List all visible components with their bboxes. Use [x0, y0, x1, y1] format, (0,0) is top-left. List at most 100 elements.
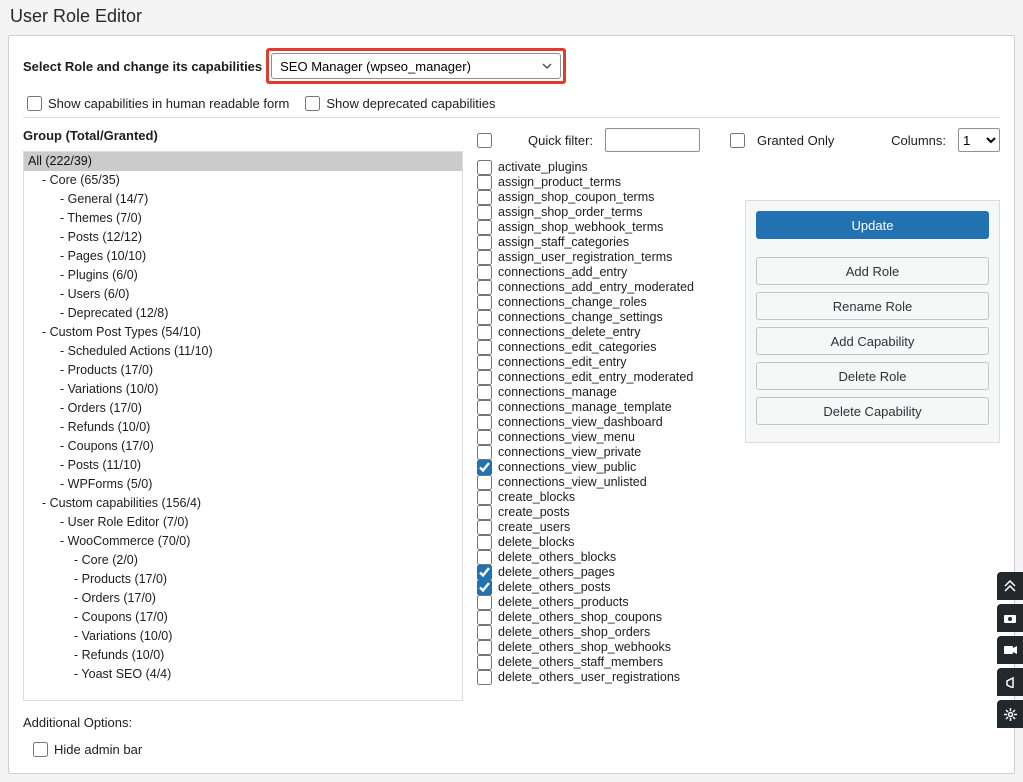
capability-label[interactable]: connections_edit_categories	[498, 340, 656, 355]
quick-filter-input[interactable]	[605, 128, 700, 152]
group-item[interactable]: Variations (10/0)	[24, 380, 462, 399]
capability-label[interactable]: connections_edit_entry	[498, 355, 627, 370]
capability-label[interactable]: connections_manage	[498, 385, 617, 400]
capability-checkbox[interactable]	[477, 415, 492, 430]
capability-label[interactable]: delete_others_staff_members	[498, 655, 663, 670]
capability-label[interactable]: connections_view_menu	[498, 430, 635, 445]
capability-label[interactable]: delete_others_blocks	[498, 550, 616, 565]
group-item[interactable]: Themes (7/0)	[24, 209, 462, 228]
capability-label[interactable]: delete_others_shop_coupons	[498, 610, 662, 625]
expand-tool-icon[interactable]	[997, 572, 1023, 600]
capability-label[interactable]: assign_shop_order_terms	[498, 205, 643, 220]
capability-checkbox[interactable]	[477, 325, 492, 340]
capability-checkbox[interactable]	[477, 535, 492, 550]
group-item[interactable]: Custom Post Types (54/10)	[24, 323, 462, 342]
columns-select[interactable]: 1	[958, 128, 1000, 152]
capabilities-list[interactable]: activate_pluginsassign_product_termsassi…	[477, 160, 735, 685]
group-item[interactable]: Coupons (17/0)	[24, 437, 462, 456]
show-human-readable-checkbox[interactable]	[27, 96, 42, 111]
capability-label[interactable]: create_users	[498, 520, 570, 535]
group-item[interactable]: WPForms (5/0)	[24, 475, 462, 494]
capability-label[interactable]: connections_view_dashboard	[498, 415, 663, 430]
granted-only-checkbox[interactable]	[730, 133, 745, 148]
capability-label[interactable]: delete_others_shop_webhooks	[498, 640, 671, 655]
capability-label[interactable]: connections_delete_entry	[498, 325, 640, 340]
group-item[interactable]: Yoast SEO (4/4)	[24, 665, 462, 684]
capability-label[interactable]: create_blocks	[498, 490, 575, 505]
role-select[interactable]: SEO Manager (wpseo_manager)	[271, 53, 561, 79]
show-deprecated-label[interactable]: Show deprecated capabilities	[326, 96, 495, 111]
group-item[interactable]: Products (17/0)	[24, 570, 462, 589]
capability-label[interactable]: connections_add_entry_moderated	[498, 280, 694, 295]
settings-tool-icon[interactable]	[997, 700, 1023, 728]
capability-checkbox[interactable]	[477, 190, 492, 205]
capability-checkbox[interactable]	[477, 580, 492, 595]
group-item[interactable]: User Role Editor (7/0)	[24, 513, 462, 532]
capability-checkbox[interactable]	[477, 610, 492, 625]
capability-checkbox[interactable]	[477, 340, 492, 355]
group-item[interactable]: Orders (17/0)	[24, 589, 462, 608]
group-item[interactable]: Variations (10/0)	[24, 627, 462, 646]
delete-capability-button[interactable]: Delete Capability	[756, 397, 989, 425]
capability-label[interactable]: connections_view_unlisted	[498, 475, 647, 490]
capability-checkbox[interactable]	[477, 475, 492, 490]
group-item[interactable]: Users (6/0)	[24, 285, 462, 304]
hide-admin-bar-label[interactable]: Hide admin bar	[54, 742, 142, 757]
capability-checkbox[interactable]	[477, 640, 492, 655]
capability-checkbox[interactable]	[477, 505, 492, 520]
group-item[interactable]: Core (65/35)	[24, 171, 462, 190]
group-item[interactable]: Deprecated (12/8)	[24, 304, 462, 323]
capability-checkbox[interactable]	[477, 355, 492, 370]
granted-only-label[interactable]: Granted Only	[757, 133, 834, 148]
group-item[interactable]: Products (17/0)	[24, 361, 462, 380]
camera-tool-icon[interactable]	[997, 604, 1023, 632]
capability-checkbox[interactable]	[477, 250, 492, 265]
group-item[interactable]: All (222/39)	[24, 152, 462, 171]
capability-checkbox[interactable]	[477, 265, 492, 280]
capability-checkbox[interactable]	[477, 400, 492, 415]
rename-role-button[interactable]: Rename Role	[756, 292, 989, 320]
capability-label[interactable]: connections_edit_entry_moderated	[498, 370, 693, 385]
capability-label[interactable]: connections_add_entry	[498, 265, 627, 280]
capability-checkbox[interactable]	[477, 220, 492, 235]
capability-label[interactable]: assign_shop_webhook_terms	[498, 220, 663, 235]
capability-label[interactable]: assign_shop_coupon_terms	[498, 190, 654, 205]
capability-checkbox[interactable]	[477, 430, 492, 445]
group-item[interactable]: Posts (12/12)	[24, 228, 462, 247]
capability-checkbox[interactable]	[477, 370, 492, 385]
show-deprecated-checkbox[interactable]	[305, 96, 320, 111]
capability-checkbox[interactable]	[477, 520, 492, 535]
capability-label[interactable]: delete_others_pages	[498, 565, 615, 580]
capability-label[interactable]: connections_view_private	[498, 445, 641, 460]
capability-label[interactable]: activate_plugins	[498, 160, 588, 175]
capability-label[interactable]: connections_change_settings	[498, 310, 663, 325]
capability-checkbox[interactable]	[477, 280, 492, 295]
add-role-button[interactable]: Add Role	[756, 257, 989, 285]
capability-checkbox[interactable]	[477, 295, 492, 310]
capability-checkbox[interactable]	[477, 670, 492, 685]
capability-checkbox[interactable]	[477, 385, 492, 400]
group-item[interactable]: Scheduled Actions (11/10)	[24, 342, 462, 361]
select-all-caps-checkbox[interactable]	[477, 133, 492, 148]
capability-label[interactable]: connections_manage_template	[498, 400, 672, 415]
capability-checkbox[interactable]	[477, 550, 492, 565]
capability-checkbox[interactable]	[477, 445, 492, 460]
capability-checkbox[interactable]	[477, 460, 492, 475]
capability-label[interactable]: delete_others_shop_orders	[498, 625, 650, 640]
capability-checkbox[interactable]	[477, 235, 492, 250]
group-item[interactable]: Coupons (17/0)	[24, 608, 462, 627]
show-human-readable-label[interactable]: Show capabilities in human readable form	[48, 96, 289, 111]
capability-label[interactable]: delete_others_user_registrations	[498, 670, 680, 685]
capability-label[interactable]: assign_product_terms	[498, 175, 621, 190]
capability-checkbox[interactable]	[477, 490, 492, 505]
capability-checkbox[interactable]	[477, 595, 492, 610]
group-list[interactable]: All (222/39)Core (65/35)General (14/7)Th…	[23, 151, 463, 701]
capability-label[interactable]: connections_view_public	[498, 460, 636, 475]
capability-checkbox[interactable]	[477, 310, 492, 325]
capability-label[interactable]: assign_user_registration_terms	[498, 250, 672, 265]
capability-checkbox[interactable]	[477, 625, 492, 640]
group-item[interactable]: Core (2/0)	[24, 551, 462, 570]
group-item[interactable]: Custom capabilities (156/4)	[24, 494, 462, 513]
capability-label[interactable]: delete_others_posts	[498, 580, 611, 595]
group-item[interactable]: Plugins (6/0)	[24, 266, 462, 285]
